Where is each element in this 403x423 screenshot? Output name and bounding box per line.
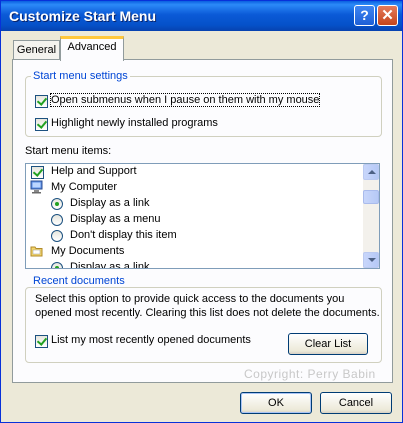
my-computer-menu-radio[interactable]: [51, 214, 63, 226]
open-submenus-label[interactable]: Open submenus when I pause on them with …: [49, 93, 321, 107]
list-item: My Documents: [51, 245, 125, 257]
folder-icon: [30, 246, 43, 257]
scroll-thumb[interactable]: [363, 190, 379, 204]
start-menu-items-label: Start menu items:: [25, 145, 112, 157]
computer-icon: [30, 180, 43, 194]
list-item[interactable]: Display as a link: [70, 197, 149, 209]
list-recent-docs-label[interactable]: List my most recently opened documents: [51, 334, 251, 346]
highlight-new-programs-checkbox[interactable]: [35, 118, 48, 131]
help-button[interactable]: ?: [354, 5, 375, 26]
copyright-watermark: Copyright: Perry Babin: [244, 367, 376, 381]
start-menu-items-list[interactable]: Help and Support My Computer Display as …: [25, 163, 380, 269]
recent-description-line1: Select this option to provide quick acce…: [35, 293, 345, 305]
tab-advanced[interactable]: Advanced: [60, 36, 124, 61]
my-computer-link-radio[interactable]: [51, 198, 63, 210]
recent-documents-label: Recent documents: [31, 275, 127, 287]
list-recent-docs-checkbox[interactable]: [35, 335, 48, 348]
title-bar[interactable]: Customize Start Menu ? ✕: [1, 1, 402, 31]
list-item[interactable]: Help and Support: [51, 165, 137, 177]
highlight-new-programs-label[interactable]: Highlight newly installed programs: [51, 117, 218, 129]
arrow-up-icon: [368, 170, 376, 174]
list-item[interactable]: Don't display this item: [70, 229, 177, 241]
scroll-down-button[interactable]: [363, 252, 379, 268]
tab-general[interactable]: General: [13, 40, 60, 60]
my-computer-hide-radio[interactable]: [51, 230, 63, 242]
close-button[interactable]: ✕: [377, 5, 398, 26]
window-title: Customize Start Menu: [9, 8, 157, 24]
list-item[interactable]: Display as a link: [70, 261, 149, 268]
list-scrollbar[interactable]: [363, 164, 379, 268]
recent-description-line2: opened most recently. Clearing this list…: [35, 307, 380, 319]
customize-start-menu-dialog: Customize Start Menu ? ✕ General Advance…: [0, 0, 403, 423]
list-item: My Computer: [51, 181, 118, 193]
list-item[interactable]: Display as a menu: [70, 213, 161, 225]
start-menu-settings-label: Start menu settings: [31, 70, 130, 82]
my-documents-link-radio[interactable]: [51, 262, 63, 268]
arrow-down-icon: [368, 258, 376, 262]
help-support-checkbox[interactable]: [31, 166, 44, 179]
open-submenus-checkbox[interactable]: [35, 95, 48, 108]
clear-list-button[interactable]: Clear List: [288, 333, 368, 355]
scroll-up-button[interactable]: [363, 164, 379, 180]
ok-button[interactable]: OK: [240, 392, 312, 414]
cancel-button[interactable]: Cancel: [320, 392, 392, 414]
